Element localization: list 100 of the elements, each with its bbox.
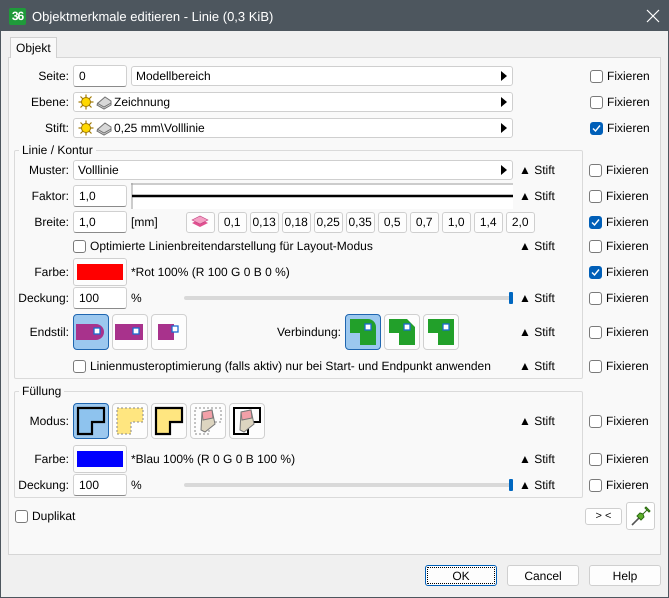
- checkbox-label: Fixieren: [607, 121, 650, 135]
- checkbox[interactable]: [589, 164, 602, 176]
- pattern-dropdown[interactable]: Volllinie: [73, 160, 513, 180]
- color-button[interactable]: [73, 445, 127, 473]
- round-join-icon: [348, 317, 378, 347]
- checkbox-label: Linienmusteroptimierung (falls aktiv) nur bei Start- und Endpunkt anwenden: [90, 359, 491, 373]
- pen-width-button[interactable]: [186, 212, 215, 232]
- area-dropdown[interactable]: Modellbereich: [131, 66, 513, 86]
- width-preset-button[interactable]: 0,13: [250, 212, 279, 232]
- width-preset-button[interactable]: 0,35: [346, 212, 375, 232]
- opacity-field[interactable]: 100: [73, 287, 127, 309]
- field-label: Farbe:: [33, 265, 69, 279]
- dialog-button[interactable]: OK: [425, 565, 497, 586]
- pen-link[interactable]: ▲ Stift: [518, 239, 583, 253]
- pin-button[interactable]: [626, 502, 655, 530]
- width-preset-button[interactable]: 0,5: [378, 212, 407, 232]
- checkbox[interactable]: [15, 510, 28, 522]
- caret-icon: [501, 165, 507, 175]
- field-label: Faktor:: [30, 189, 69, 203]
- checkbox-label: Duplikat: [32, 509, 76, 523]
- checkbox[interactable]: [590, 96, 603, 108]
- color-description: *Blau 100% (R 0 G 0 B 100 %): [131, 452, 296, 466]
- field-label: Muster:: [28, 163, 69, 177]
- width-preset-button[interactable]: 0,7: [410, 212, 439, 232]
- close-icon[interactable]: [646, 9, 660, 23]
- printer-icon: [96, 120, 112, 136]
- checkbox[interactable]: [590, 122, 603, 134]
- field-label: Farbe:: [33, 452, 69, 466]
- pen-link[interactable]: ▲ Stift: [518, 478, 583, 492]
- width-preset-button[interactable]: 1,0: [442, 212, 471, 232]
- width-field[interactable]: 1,0: [73, 211, 127, 233]
- width-preset-button[interactable]: 0,25: [314, 212, 343, 232]
- checkbox-label: Fixieren: [606, 215, 649, 229]
- checkbox[interactable]: [73, 360, 86, 372]
- dialog-button[interactable]: Cancel: [507, 565, 579, 586]
- eraser-icon: [232, 406, 262, 436]
- dropdown[interactable]: 0,25 mm\Volllinie: [73, 118, 513, 138]
- checkbox-label: Fixieren: [606, 414, 649, 428]
- field-label: Modus:: [28, 414, 69, 428]
- checkbox-label: Fixieren: [606, 239, 649, 253]
- color-button[interactable]: [73, 258, 127, 286]
- pen-link[interactable]: ▲ Stift: [518, 325, 583, 339]
- width-preset-button[interactable]: 2,0: [506, 212, 535, 232]
- sun-icon: [78, 120, 94, 136]
- factor-field[interactable]: 1,0: [73, 185, 127, 207]
- round-cap-icon: [76, 322, 106, 342]
- field-label: Verbindung:: [276, 325, 341, 339]
- dropdown[interactable]: Zeichnung: [73, 92, 513, 112]
- width-preset-button[interactable]: 1,4: [474, 212, 503, 232]
- checkbox-label: Fixieren: [606, 478, 649, 492]
- miter-join-icon: [426, 317, 456, 347]
- field-label: Deckung:: [17, 291, 69, 305]
- field-label: Breite:: [33, 215, 69, 229]
- opacity-field[interactable]: 100: [73, 474, 127, 496]
- caret-icon: [501, 71, 507, 81]
- swap-button[interactable]: > <: [585, 508, 622, 524]
- window-title: Objektmerkmale editieren - Linie (0,3 KiB): [32, 8, 274, 24]
- eraser-icon: [193, 406, 223, 436]
- dialog-button[interactable]: Help: [589, 565, 661, 586]
- pen-link[interactable]: ▲ Stift: [518, 291, 583, 305]
- checkbox-label: Optimierte Linienbreitendarstellung für Layout-Modus: [90, 239, 373, 253]
- width-preset-button[interactable]: 0,18: [282, 212, 311, 232]
- checkbox[interactable]: [589, 452, 602, 466]
- width-preset-button[interactable]: 0,1: [218, 212, 247, 232]
- checkbox-label: Fixieren: [606, 291, 649, 305]
- pen-link[interactable]: ▲ Stift: [518, 414, 583, 428]
- square-cap-icon: [115, 322, 145, 342]
- checkbox[interactable]: [589, 266, 602, 278]
- checkbox[interactable]: [589, 478, 602, 492]
- pen-link[interactable]: ▲ Stift: [518, 189, 583, 203]
- checkbox[interactable]: [589, 190, 602, 202]
- pen-link[interactable]: ▲ Stift: [518, 163, 583, 177]
- checkbox[interactable]: [73, 240, 86, 252]
- printer-icon: [96, 94, 112, 110]
- dashed-shape-icon: [115, 406, 145, 436]
- page-field[interactable]: 0: [73, 65, 127, 87]
- checkbox[interactable]: [589, 414, 602, 428]
- checkbox[interactable]: [590, 70, 603, 82]
- field-label: Deckung:: [17, 478, 69, 492]
- filled-shape-icon: [76, 406, 106, 436]
- pen-link[interactable]: ▲ Stift: [518, 452, 583, 466]
- checkbox-label: Fixieren: [606, 325, 649, 339]
- checkbox-label: Fixieren: [606, 359, 649, 373]
- caret-icon: [501, 123, 507, 133]
- style-option[interactable]: [73, 403, 109, 439]
- tab[interactable]: Objekt: [10, 37, 57, 58]
- checkbox[interactable]: [589, 216, 602, 228]
- caret-icon: [501, 97, 507, 107]
- pen-link[interactable]: ▲ Stift: [518, 359, 583, 373]
- unit-label: %: [131, 478, 142, 492]
- field-label: Ebene:: [30, 95, 69, 109]
- checkbox[interactable]: [589, 240, 602, 252]
- checkbox[interactable]: [589, 326, 602, 338]
- field-label: Stift:: [44, 121, 69, 135]
- slider-thumb[interactable]: [509, 292, 513, 304]
- checkbox[interactable]: [589, 360, 602, 372]
- field-label: Endstil:: [28, 325, 69, 339]
- checkbox[interactable]: [589, 292, 602, 304]
- group-title: Füllung: [21, 384, 62, 398]
- slider-thumb[interactable]: [509, 479, 513, 491]
